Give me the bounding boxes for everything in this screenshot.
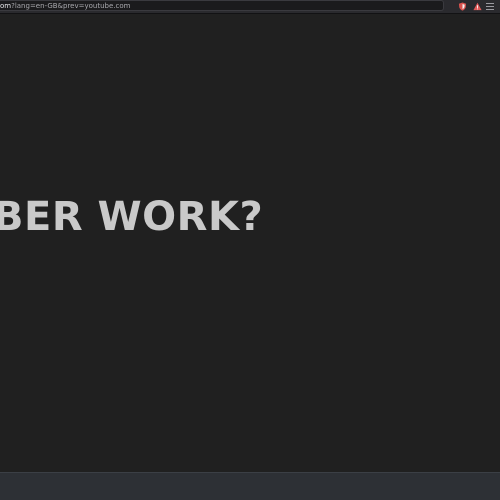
browser-window: om?lang=en-GB&prev=youtube.com BER WORK? [0,0,500,500]
warning-triangle-icon[interactable] [473,2,482,11]
bottom-bar [0,472,500,500]
shield-icon[interactable] [458,1,467,11]
address-bar-text[interactable]: om?lang=en-GB&prev=youtube.com [0,1,330,12]
url-host: om [0,2,12,10]
address-bar[interactable]: om?lang=en-GB&prev=youtube.com [0,0,444,11]
page-content: BER WORK? [0,14,500,472]
browser-toolbar: om?lang=en-GB&prev=youtube.com [0,0,500,14]
url-path: ?lang=en-GB&prev=youtube.com [11,2,131,10]
headline-text: BER WORK? [0,194,264,240]
extension-icons [458,0,482,12]
menu-icon[interactable] [486,3,494,10]
